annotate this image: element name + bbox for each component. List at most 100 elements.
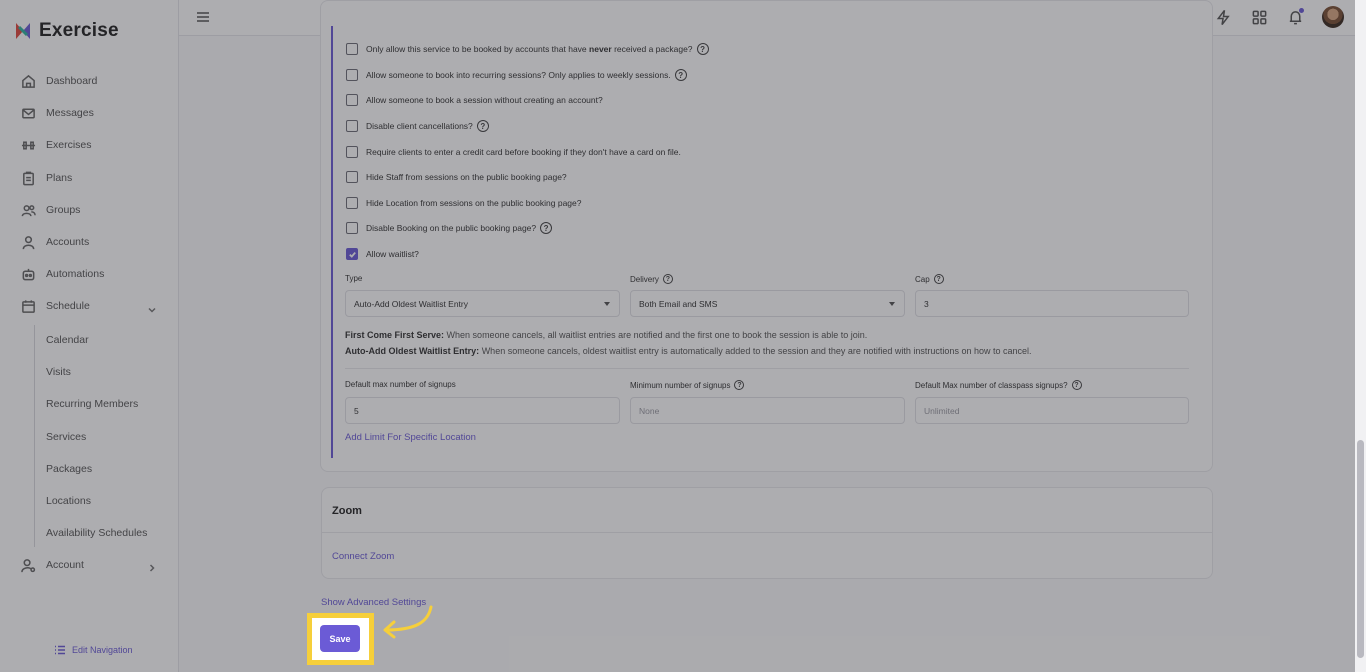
sidebar-item-groups[interactable]: Groups: [20, 200, 80, 220]
mail-icon: [20, 105, 36, 121]
check-icon: [348, 251, 356, 258]
help-icon[interactable]: ?: [476, 120, 489, 132]
option-label: Only allow this service to be booked by …: [366, 44, 587, 54]
sidebar-item-account[interactable]: Account: [20, 555, 84, 575]
max-signups-input[interactable]: 5: [345, 397, 620, 424]
classpass-signups-input[interactable]: Unlimited: [915, 397, 1189, 424]
waitlist-delivery-select[interactable]: Both Email and SMS: [630, 290, 905, 317]
home-icon: [20, 73, 36, 89]
option-label: Disable client cancellations?: [366, 121, 473, 131]
chevron-down-icon[interactable]: [147, 302, 157, 313]
sidebar-item-label: Groups: [46, 204, 81, 216]
option-label: Allow someone to book a session without …: [366, 95, 603, 105]
sidebar-item-label: Accounts: [46, 236, 90, 248]
help-icon[interactable]: ?: [933, 274, 944, 284]
checkbox[interactable]: [346, 171, 358, 183]
checkbox[interactable]: [346, 146, 358, 158]
sidebar-subitem-calendar[interactable]: Calendar: [46, 334, 89, 346]
sidebar-item-messages[interactable]: Messages: [20, 103, 94, 123]
sidebar-subitem-visits[interactable]: Visits: [46, 366, 71, 378]
calendar-icon: [20, 298, 36, 314]
help-icon[interactable]: ?: [540, 222, 553, 234]
divider: [345, 368, 1189, 369]
first-come-note: First Come First Serve: When someone can…: [345, 330, 868, 340]
sidebar-subitem-availability-schedules[interactable]: Availability Schedules: [46, 527, 147, 539]
option-label-bold: never: [589, 44, 612, 54]
option-hide-location: Hide Location from sessions on the publi…: [346, 197, 581, 209]
sidebar-subitem-packages[interactable]: Packages: [46, 463, 92, 475]
select-value: Both Email and SMS: [639, 298, 718, 309]
add-limit-link[interactable]: Add Limit For Specific Location: [345, 432, 476, 443]
user-icon: [20, 234, 36, 250]
option-book-without-account: Allow someone to book a session without …: [346, 94, 603, 106]
option-label: Disable Booking on the public booking pa…: [366, 223, 537, 233]
scrollbar-thumb[interactable]: [1357, 440, 1364, 658]
user-settings-icon: [20, 557, 36, 573]
option-recurring-sessions: Allow someone to book into recurring ses…: [346, 69, 687, 81]
sidebar-item-schedule[interactable]: Schedule: [20, 296, 90, 316]
max-signups-label: Default max number of signups: [345, 380, 456, 389]
scrollbar[interactable]: [1355, 0, 1366, 672]
sidebar-item-label: Messages: [46, 107, 94, 119]
option-label: Allow someone to book into recurring ses…: [366, 70, 671, 80]
option-allow-waitlist: Allow waitlist?: [346, 248, 419, 260]
type-label: Type: [345, 274, 363, 283]
brand[interactable]: Exercise: [13, 20, 119, 42]
checkbox[interactable]: [346, 197, 358, 209]
sidebar-item-label: Schedule: [46, 300, 90, 312]
help-icon[interactable]: ?: [662, 274, 673, 284]
checkbox[interactable]: [346, 120, 358, 132]
option-never-received-package: Only allow this service to be booked by …: [346, 43, 709, 55]
bell-icon[interactable]: [1287, 8, 1305, 27]
clipboard-icon: [20, 170, 36, 186]
edit-navigation-link[interactable]: Edit Navigation: [54, 644, 133, 656]
help-icon[interactable]: ?: [674, 69, 687, 81]
arrow-icon: [383, 605, 433, 639]
auto-add-note: Auto-Add Oldest Waitlist Entry: When som…: [345, 346, 1032, 356]
delivery-label: Delivery?: [630, 274, 673, 284]
caret-down-icon: [604, 302, 610, 306]
sidebar-item-exercises[interactable]: Exercises: [20, 135, 92, 155]
option-label: received a package?: [614, 44, 693, 54]
classpass-signups-label: Default Max number of classpass signups?…: [915, 380, 1082, 390]
sidebar-item-label: Dashboard: [46, 75, 98, 87]
waitlist-cap-input[interactable]: 3: [915, 290, 1189, 317]
menu-icon[interactable]: [196, 10, 210, 24]
chevron-right-icon[interactable]: [147, 560, 157, 572]
connect-zoom-link[interactable]: Connect Zoom: [332, 551, 394, 562]
zoom-title: Zoom: [332, 505, 362, 517]
help-icon[interactable]: ?: [696, 43, 709, 55]
users-icon: [20, 202, 36, 218]
sidebar-subitem-recurring-members[interactable]: Recurring Members: [46, 398, 138, 410]
checkbox-checked[interactable]: [346, 248, 358, 260]
sidebar-subitem-services[interactable]: Services: [46, 431, 86, 443]
sidebar-item-label: Plans: [46, 172, 73, 184]
min-signups-input[interactable]: None: [630, 397, 905, 424]
checkbox[interactable]: [346, 69, 358, 81]
option-label: Hide Staff from sessions on the public b…: [366, 172, 567, 182]
sidebar-subitem-locations[interactable]: Locations: [46, 495, 91, 507]
waitlist-type-select[interactable]: Auto-Add Oldest Waitlist Entry: [345, 290, 620, 317]
avatar[interactable]: [1322, 6, 1344, 28]
option-label: Hide Location from sessions on the publi…: [366, 198, 582, 208]
sidebar-item-accounts[interactable]: Accounts: [20, 232, 89, 252]
checkbox[interactable]: [346, 222, 358, 234]
sidebar-item-automations[interactable]: Automations: [20, 264, 104, 284]
help-icon[interactable]: ?: [734, 380, 745, 390]
help-icon[interactable]: ?: [1071, 380, 1082, 390]
divider: [321, 532, 1213, 533]
apps-grid-icon[interactable]: [1251, 9, 1269, 27]
list-icon: [55, 645, 65, 655]
lightning-icon[interactable]: [1215, 9, 1233, 27]
save-button[interactable]: Save: [320, 625, 360, 652]
checkbox[interactable]: [346, 43, 358, 55]
option-disable-cancellations: Disable client cancellations? ?: [346, 120, 489, 132]
sidebar-item-label: Exercises: [46, 139, 92, 151]
notification-dot: [1299, 8, 1304, 13]
checkbox[interactable]: [346, 94, 358, 106]
robot-icon: [20, 266, 36, 282]
sidebar-item-label: Account: [46, 559, 84, 571]
sidebar-item-plans[interactable]: Plans: [20, 168, 72, 188]
sidebar-item-dashboard[interactable]: Dashboard: [20, 71, 97, 91]
zoom-card: [321, 487, 1213, 579]
